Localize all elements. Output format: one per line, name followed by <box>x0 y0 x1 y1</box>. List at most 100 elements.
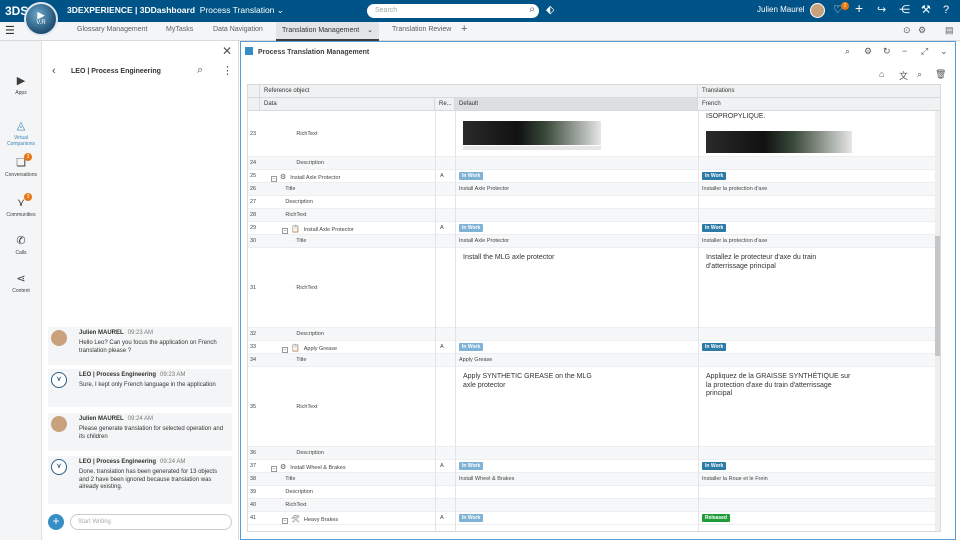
search-icon[interactable]: ⌕ <box>845 46 850 57</box>
back-icon[interactable]: ‹ <box>52 65 56 77</box>
home-icon[interactable]: ⌂ <box>879 69 884 79</box>
collapse-icon[interactable]: − <box>282 228 288 234</box>
minimize-icon[interactable]: − <box>902 46 907 56</box>
table-row[interactable]: 34 · Title Apply Grease <box>248 354 940 367</box>
more-icon[interactable]: ⋮ <box>222 64 233 77</box>
nav-conversations[interactable]: ❏ 3 Conversations <box>0 153 42 178</box>
column-revision[interactable]: Re... <box>435 98 455 111</box>
app-brand[interactable]: 3DEXPERIENCE | 3DDashboard Process Trans… <box>67 5 284 16</box>
user-avatar[interactable] <box>810 3 825 18</box>
default-text-cell[interactable]: Install the MLG axle protector <box>463 254 603 263</box>
table-row[interactable]: 36 · Description <box>248 447 940 460</box>
table-row[interactable]: 41 − 🛠 Heavy Brakes A In Work Released <box>248 512 940 525</box>
vertical-scrollbar[interactable] <box>935 111 940 531</box>
add-attachment-button[interactable]: + <box>48 514 64 530</box>
french-text-cell[interactable]: ISOPROPYLIQUE. <box>706 113 766 122</box>
compass-button[interactable]: ▶ V.R <box>24 2 58 36</box>
chat-icon[interactable]: ▤ <box>945 25 954 36</box>
community-icon[interactable]: ⊙ <box>903 25 911 36</box>
row-label[interactable]: − ⚙ Install Wheel & Brakes <box>271 463 346 472</box>
table-row[interactable]: 40 · RichText <box>248 499 940 512</box>
row-label[interactable]: · Description <box>282 199 313 205</box>
default-text-cell[interactable]: Install Axle Protector <box>459 238 509 244</box>
table-row[interactable]: 26 · Title Install Axle Protector Installer… <box>248 183 940 196</box>
table-row[interactable]: 37 − ⚙ Install Wheel & Brakes A In Work In Wor… <box>248 460 940 473</box>
table-row[interactable]: 35 · RichText Apply SYNTHETIC GREASE on th… <box>248 367 940 447</box>
table-row[interactable]: 28 · RichText <box>248 209 940 222</box>
scrollbar-thumb[interactable] <box>935 236 940 356</box>
row-label[interactable]: · RichText <box>293 131 317 137</box>
refresh-icon[interactable]: ↻ <box>883 46 891 57</box>
collapse-icon[interactable]: − <box>271 176 277 182</box>
table-row[interactable]: 31 · RichText Install the MLG axle protect… <box>248 248 940 328</box>
table-row[interactable]: 29 − 📋 Install Axle Protector A In Work In Wor… <box>248 222 940 235</box>
chevron-down-icon[interactable]: ⌄ <box>277 5 284 15</box>
help-icon[interactable]: ? <box>943 3 949 17</box>
row-label[interactable]: · Description <box>282 489 313 495</box>
french-text-cell[interactable]: Installer la Roue et le Frein <box>702 476 768 482</box>
row-label[interactable]: · RichText <box>282 212 306 218</box>
row-label[interactable]: − ⚙ Install Axle Protector <box>271 173 340 182</box>
image-scrollbar[interactable] <box>463 146 601 150</box>
tag-icon[interactable]: ⬖ <box>546 3 554 16</box>
french-text-cell[interactable]: Installer la protection d'axe <box>702 186 767 192</box>
table-row[interactable]: 38 · Title Install Wheel & Brakes Installer… <box>248 473 940 486</box>
network-icon[interactable]: ⋲ <box>899 3 910 17</box>
share-icon[interactable]: ↪ <box>877 3 886 17</box>
row-label[interactable]: · Title <box>293 238 306 244</box>
column-data[interactable]: Data <box>260 98 435 111</box>
french-text-cell[interactable]: Installer la protection d'axe <box>702 238 767 244</box>
french-text-cell[interactable]: Installez le protecteur d'axe du train d… <box>706 254 851 271</box>
delete-icon[interactable]: 🗑 <box>935 69 946 80</box>
row-label[interactable]: · RichText <box>282 502 306 508</box>
row-label[interactable]: · Description <box>293 331 324 337</box>
table-row[interactable]: 30 · Title Install Axle Protector Installer… <box>248 235 940 248</box>
nav-calls[interactable]: ✆ Calls <box>0 234 42 256</box>
nav-virtual-companions[interactable]: ◬ Virtual Companions <box>0 119 42 147</box>
row-label[interactable]: − 🛠 Heavy Brakes <box>282 515 338 524</box>
table-row[interactable]: 33 − 📋 Apply Grease A In Work In Work <box>248 341 940 354</box>
user-name[interactable]: Julien Maurel <box>757 5 805 14</box>
search-icon[interactable]: ⌕ <box>529 4 535 15</box>
gear-icon[interactable]: ⚙ <box>864 46 872 57</box>
default-text-cell[interactable]: Install Wheel & Brakes <box>459 476 514 482</box>
search-icon[interactable]: ⌕ <box>917 69 922 80</box>
translate-icon[interactable]: 文 <box>899 69 908 82</box>
column-french[interactable]: French <box>698 98 940 111</box>
collapse-icon[interactable]: − <box>282 347 288 353</box>
row-label[interactable]: · Description <box>293 450 324 456</box>
tab-mytasks[interactable]: MyTasks <box>166 26 193 33</box>
row-label[interactable]: · Description <box>293 160 324 166</box>
default-text-cell[interactable]: Apply SYNTHETIC GREASE on the MLG axle p… <box>463 373 603 390</box>
row-label[interactable]: − 📋 Install Axle Protector <box>282 225 354 234</box>
table-row[interactable]: 25 − ⚙ Install Axle Protector A In Work In Wor… <box>248 170 940 183</box>
search-input[interactable]: Search ⌕ <box>367 4 539 18</box>
chevron-down-icon[interactable]: ⌄ <box>940 46 948 57</box>
collapse-icon[interactable]: − <box>271 466 277 472</box>
table-row[interactable]: 27 · Description <box>248 196 940 209</box>
tab-data-navigation[interactable]: Data Navigation <box>213 26 263 33</box>
table-row[interactable]: 39 · Description <box>248 486 940 499</box>
tools-icon[interactable]: ⚒ <box>921 3 931 17</box>
table-row[interactable]: 24 · Description <box>248 157 940 170</box>
collapse-icon[interactable]: − <box>282 518 288 524</box>
row-label[interactable]: − 📋 Apply Grease <box>282 344 337 353</box>
row-label[interactable]: · Title <box>293 357 306 363</box>
add-tab-icon[interactable]: + <box>461 23 467 35</box>
maximize-icon[interactable]: ⤢ <box>921 46 928 57</box>
nav-apps[interactable]: ▶ Apps <box>0 74 42 96</box>
row-label[interactable]: · Title <box>282 476 295 482</box>
tab-glossary-management[interactable]: Glossary Management <box>77 26 147 33</box>
french-text-cell[interactable]: Appliquez de la GRAISSE SYNTHÉTIQUE sur … <box>706 373 851 399</box>
nav-communities[interactable]: ⋎ 3 Communities <box>0 193 42 218</box>
row-label[interactable]: · RichText <box>293 285 317 291</box>
row-label[interactable]: · Title <box>282 186 295 192</box>
close-icon[interactable]: ✕ <box>222 44 232 58</box>
nav-content[interactable]: ⋖ Content <box>0 272 42 294</box>
tab-translation-management[interactable]: Translation Management ⌄ <box>276 22 379 41</box>
default-text-cell[interactable]: Apply Grease <box>459 357 492 363</box>
settings-icon[interactable]: ⚙ <box>918 25 926 36</box>
default-text-cell[interactable]: Install Axle Protector <box>459 186 509 192</box>
chevron-down-icon[interactable]: ⌄ <box>367 27 373 34</box>
message-input[interactable]: Start Writing <box>70 514 232 530</box>
